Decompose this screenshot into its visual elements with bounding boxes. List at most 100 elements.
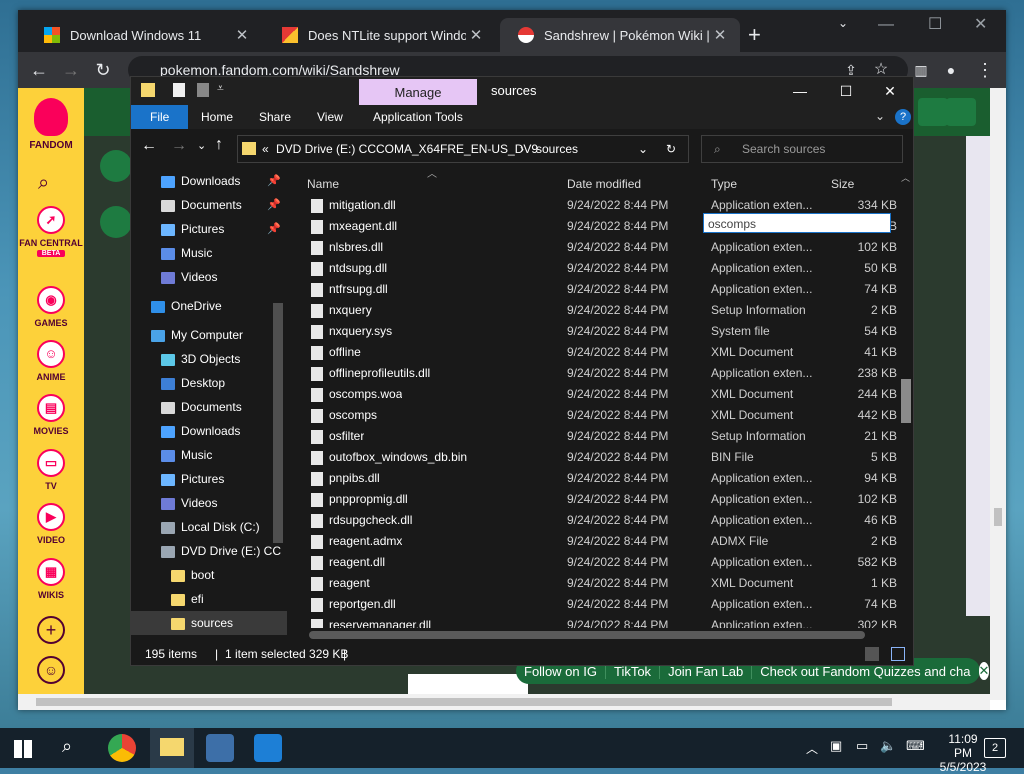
tab-sandshrew[interactable]: Sandshrew | Pokémon Wiki | Fan ✕ bbox=[500, 18, 740, 52]
forward-icon[interactable]: → bbox=[171, 137, 187, 155]
nav-item-documents[interactable]: Documents bbox=[131, 395, 287, 419]
nav-scroll-thumb[interactable] bbox=[273, 303, 283, 543]
file-row[interactable]: reagent 9/24/2022 8:44 PM XML Document 1 KB bbox=[291, 573, 911, 594]
add-icon[interactable]: + bbox=[37, 616, 65, 644]
recent-locations-icon[interactable]: ⌄ bbox=[197, 139, 206, 152]
quick-access-dropdown-icon[interactable]: ⩡ bbox=[217, 81, 224, 96]
file-explorer-taskbar-button[interactable] bbox=[150, 728, 194, 768]
address-overflow-icon[interactable]: « bbox=[262, 136, 269, 162]
nav-item-local-disk-c-[interactable]: Local Disk (C:) bbox=[131, 515, 287, 539]
back-icon[interactable]: ← bbox=[26, 57, 52, 83]
page-scrollbar[interactable] bbox=[990, 88, 1006, 700]
file-row[interactable]: oscomps.woa 9/24/2022 8:44 PM XML Document… bbox=[291, 384, 911, 405]
minimize-icon[interactable]: — bbox=[878, 16, 894, 34]
file-row[interactable]: reservemanager.dll 9/24/2022 8:44 PM Appli… bbox=[291, 615, 911, 629]
tab-ntlite[interactable]: Does NTLite support Windows IS ✕ bbox=[264, 18, 496, 52]
back-icon[interactable]: ← bbox=[141, 137, 157, 155]
tab-file[interactable]: File bbox=[131, 105, 189, 129]
rail-anime[interactable]: ☺ ANIME bbox=[18, 340, 84, 382]
close-window-icon[interactable]: ✕ bbox=[867, 77, 913, 105]
profile-icon[interactable]: ● bbox=[938, 57, 964, 83]
start-windows-icon[interactable] bbox=[14, 740, 32, 758]
nav-item-my-computer[interactable]: My Computer bbox=[131, 323, 287, 347]
properties-icon[interactable] bbox=[173, 83, 185, 97]
tab-download-windows[interactable]: Download Windows 11 ✕ bbox=[26, 18, 262, 52]
expand-ribbon-icon[interactable]: ⌄ bbox=[875, 109, 885, 123]
file-row[interactable]: reagent.dll 9/24/2022 8:44 PM Application … bbox=[291, 552, 911, 573]
close-tab-icon[interactable]: ✕ bbox=[710, 26, 730, 44]
network-icon[interactable]: ▭ bbox=[856, 738, 868, 754]
tab-share[interactable]: Share bbox=[247, 105, 303, 129]
nav-item-videos[interactable]: Videos bbox=[131, 491, 287, 515]
up-icon[interactable]: ↑ bbox=[215, 136, 223, 154]
maximize-icon[interactable]: ☐ bbox=[928, 14, 942, 34]
show-hidden-icons-icon[interactable]: ︿ bbox=[806, 740, 818, 757]
nav-item-pictures[interactable]: Pictures bbox=[131, 467, 287, 491]
rail-tv[interactable]: ▭ TV bbox=[18, 449, 84, 491]
page-scroll-thumb[interactable] bbox=[994, 508, 1002, 526]
search-icon[interactable]: ⌕ bbox=[62, 736, 72, 757]
close-window-icon[interactable]: ✕ bbox=[974, 14, 987, 34]
rail-movies[interactable]: ▤ MOVIES bbox=[18, 394, 84, 436]
nav-item-pictures[interactable]: Pictures 📌 bbox=[131, 217, 287, 241]
file-row[interactable]: nlsbres.dll 9/24/2022 8:44 PM Application … bbox=[291, 237, 911, 258]
address-separator-icon[interactable]: › bbox=[520, 136, 524, 162]
tab-application-tools[interactable]: Application Tools bbox=[361, 105, 475, 129]
address-box[interactable]: « DVD Drive (E:) CCCOMA_X64FRE_EN-US_DV9… bbox=[237, 135, 689, 163]
rail-games[interactable]: ◉ GAMES bbox=[18, 286, 84, 328]
search-icon[interactable]: ⌕ bbox=[38, 172, 49, 195]
volume-icon[interactable]: 🔈 bbox=[880, 738, 896, 754]
file-row[interactable]: ntfrsupg.dll 9/24/2022 8:44 PM Application… bbox=[291, 279, 911, 300]
file-row[interactable]: osfilter 9/24/2022 8:44 PM Setup Informati… bbox=[291, 426, 911, 447]
nav-item-boot[interactable]: boot bbox=[131, 563, 287, 587]
file-list-hscrollbar[interactable] bbox=[291, 628, 897, 642]
close-tab-icon[interactable]: ✕ bbox=[466, 26, 486, 44]
lock-icon[interactable] bbox=[100, 206, 132, 238]
forward-icon[interactable]: → bbox=[58, 57, 84, 83]
nav-item-dvd-drive-e-cc[interactable]: DVD Drive (E:) CC bbox=[131, 539, 287, 563]
reload-icon[interactable]: ↻ bbox=[90, 57, 116, 83]
notifications-icon[interactable]: 2 bbox=[984, 738, 1006, 758]
file-row[interactable]: offlineprofileutils.dll 9/24/2022 8:44 PM… bbox=[291, 363, 911, 384]
tab-home[interactable]: Home bbox=[189, 105, 245, 129]
nav-item-music[interactable]: Music bbox=[131, 443, 287, 467]
nav-item-onedrive[interactable]: OneDrive bbox=[131, 294, 287, 318]
search-box[interactable]: ⌕ Search sources bbox=[701, 135, 903, 163]
nav-item-documents[interactable]: Documents 📌 bbox=[131, 193, 287, 217]
address-folder-crumb[interactable]: sources bbox=[536, 136, 578, 162]
nav-item-desktop[interactable]: Desktop bbox=[131, 371, 287, 395]
help-icon[interactable]: ? bbox=[895, 109, 911, 125]
nav-item-efi[interactable]: efi bbox=[131, 587, 287, 611]
file-row[interactable]: pnppropmig.dll 9/24/2022 8:44 PM Applicati… bbox=[291, 489, 911, 510]
file-row[interactable]: reagent.admx 9/24/2022 8:44 PM ADMX File 2 … bbox=[291, 531, 911, 552]
page-horizontal-scrollbar[interactable] bbox=[18, 694, 990, 710]
file-row[interactable]: rdsupgcheck.dll 9/24/2022 8:44 PM Applicat… bbox=[291, 510, 911, 531]
file-row[interactable]: offline 9/24/2022 8:44 PM XML Document 41 K… bbox=[291, 342, 911, 363]
nav-scrollbar[interactable] bbox=[273, 173, 283, 643]
user-account-icon[interactable]: ☺ bbox=[37, 656, 65, 684]
file-row[interactable]: reportgen.dll 9/24/2022 8:44 PM Applicatio… bbox=[291, 594, 911, 615]
close-follow-icon[interactable]: ✕ bbox=[978, 662, 990, 680]
manage-contextual-tab[interactable]: Manage bbox=[359, 79, 477, 105]
chrome-icon[interactable] bbox=[108, 734, 136, 762]
close-tab-icon[interactable]: ✕ bbox=[232, 26, 252, 44]
file-row[interactable]: pnpibs.dll 9/24/2022 8:44 PM Application e… bbox=[291, 468, 911, 489]
scroll-up-icon[interactable]: ︿ bbox=[901, 171, 910, 184]
health-monitor-icon[interactable] bbox=[254, 734, 282, 762]
nav-item-3d-objects[interactable]: 3D Objects bbox=[131, 347, 287, 371]
hscroll-thumb[interactable] bbox=[309, 631, 865, 639]
rail-fan-central[interactable]: ➚ FAN CENTRAL BETA bbox=[18, 206, 84, 257]
file-row[interactable]: ntdsupg.dll 9/24/2022 8:44 PM Application … bbox=[291, 258, 911, 279]
tab-search-icon[interactable]: ⌄ bbox=[838, 16, 848, 30]
file-row[interactable]: nxquery 9/24/2022 8:44 PM Setup Informatio… bbox=[291, 300, 911, 321]
theme-toggle-icon[interactable] bbox=[946, 98, 976, 126]
minimize-icon[interactable]: — bbox=[777, 77, 823, 105]
rail-wikis[interactable]: ▦ WIKIS bbox=[18, 558, 84, 600]
nav-item-downloads[interactable]: Downloads 📌 bbox=[131, 169, 287, 193]
new-folder-icon[interactable] bbox=[197, 83, 209, 97]
refresh-icon[interactable]: ↻ bbox=[666, 136, 676, 162]
file-row[interactable]: oscomps 9/24/2022 8:44 PM XML Document 442 … bbox=[291, 405, 911, 426]
toc-icon[interactable] bbox=[100, 150, 132, 182]
details-view-icon[interactable] bbox=[865, 647, 879, 661]
rail-video[interactable]: ▶ VIDEO bbox=[18, 503, 84, 545]
